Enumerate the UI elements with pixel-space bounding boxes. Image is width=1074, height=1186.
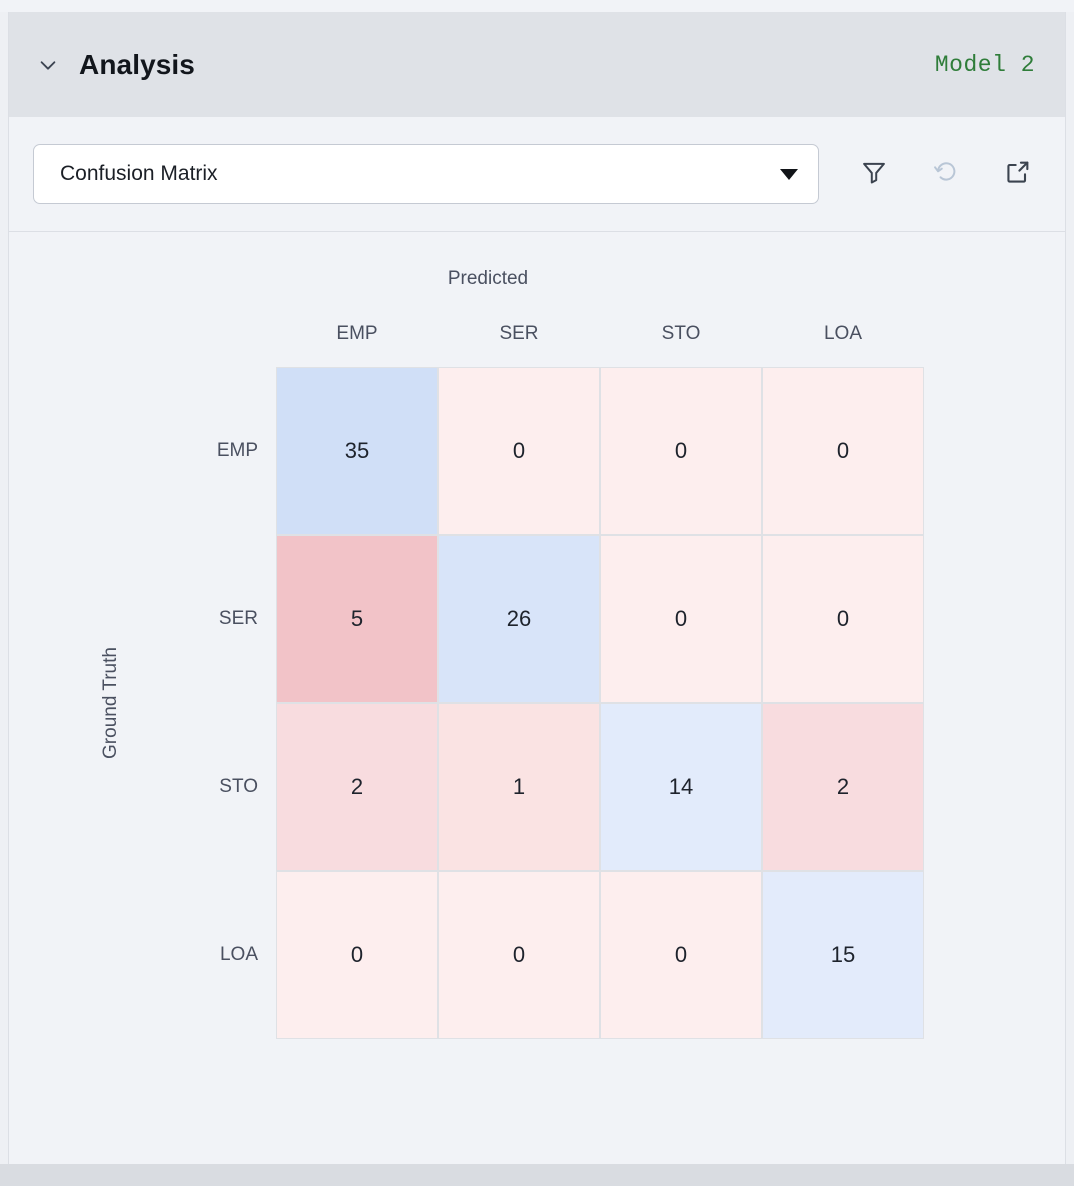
row-header: STO <box>219 776 258 797</box>
confusion-matrix-chart: Predicted EMP SER STO LOA Ground Truth E… <box>9 232 1065 1164</box>
analysis-panel-root: Analysis Model 2 Confusion Matrix Predic… <box>0 0 1074 1186</box>
x-axis-label: Predicted <box>9 268 1065 290</box>
matrix-cell[interactable]: 1 <box>439 704 599 870</box>
analysis-panel: Analysis Model 2 Confusion Matrix Predic… <box>8 12 1066 1164</box>
column-headers: EMP SER STO LOA <box>276 323 924 345</box>
column-header: EMP <box>336 323 378 344</box>
matrix-cell[interactable]: 15 <box>763 872 923 1038</box>
matrix-cell[interactable]: 2 <box>277 704 437 870</box>
bottom-strip <box>0 1164 1074 1186</box>
panel-header: Analysis Model 2 <box>9 12 1065 117</box>
row-header: EMP <box>216 440 258 461</box>
matrix-cell[interactable]: 0 <box>763 536 923 702</box>
filter-button[interactable] <box>851 151 897 197</box>
matrix-cell[interactable]: 0 <box>439 368 599 534</box>
chevron-down-icon <box>780 168 798 180</box>
top-strip <box>0 0 1074 12</box>
filter-icon <box>860 158 888 191</box>
matrix-cell[interactable]: 5 <box>277 536 437 702</box>
column-header: SER <box>499 323 539 344</box>
open-external-button[interactable] <box>995 151 1041 197</box>
row-header: SER <box>218 608 258 629</box>
matrix-cell[interactable]: 0 <box>763 368 923 534</box>
page-title: Analysis <box>79 48 195 80</box>
y-axis-label-text: Ground Truth <box>100 647 122 759</box>
matrix-cell[interactable]: 14 <box>601 704 761 870</box>
matrix-grid: 35 0 0 0 5 26 0 0 2 1 14 2 0 0 0 15 <box>276 367 924 1039</box>
column-header: LOA <box>823 323 863 344</box>
view-select-value: Confusion Matrix <box>60 162 218 185</box>
y-axis-label: Ground Truth <box>98 367 124 1039</box>
matrix-cell[interactable]: 26 <box>439 536 599 702</box>
row-headers: EMP SER STO LOA <box>168 367 260 1039</box>
reset-button[interactable] <box>923 151 969 197</box>
matrix-cell[interactable]: 0 <box>601 368 761 534</box>
chevron-down-icon[interactable] <box>35 52 61 78</box>
matrix-wrapper: EMP SER STO LOA Ground Truth EMP SER STO… <box>100 323 924 1039</box>
matrix-cell[interactable]: 0 <box>601 536 761 702</box>
matrix-cell[interactable]: 0 <box>439 872 599 1038</box>
column-header: STO <box>661 323 701 344</box>
matrix-cell[interactable]: 2 <box>763 704 923 870</box>
chart-toolbar: Confusion Matrix <box>9 117 1065 232</box>
matrix-cell[interactable]: 0 <box>601 872 761 1038</box>
matrix-cell[interactable]: 35 <box>277 368 437 534</box>
external-link-icon <box>1004 158 1032 191</box>
reset-icon <box>932 158 960 191</box>
row-header: LOA <box>219 944 258 965</box>
x-axis-label-text: Predicted <box>447 268 529 289</box>
matrix-cell[interactable]: 0 <box>277 872 437 1038</box>
view-select[interactable]: Confusion Matrix <box>33 144 819 204</box>
model-badge: Model 2 <box>934 51 1035 78</box>
